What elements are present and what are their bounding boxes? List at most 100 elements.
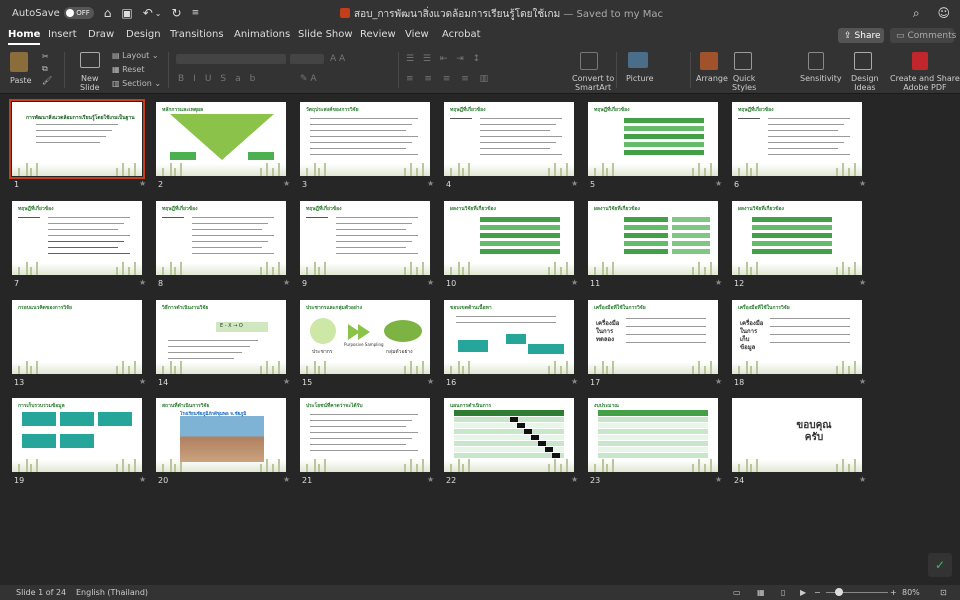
- search-icon[interactable]: ⌕: [913, 6, 920, 20]
- slide-thumbnail[interactable]: ผลงานวิจัยที่เกี่ยวข้อง 12 ★: [732, 201, 872, 293]
- tab-home[interactable]: Home: [8, 29, 41, 45]
- adobe-pdf-icon[interactable]: [912, 52, 928, 70]
- slide-preview[interactable]: ทฤษฎีที่เกี่ยวข้อง: [156, 201, 286, 275]
- slide-preview[interactable]: การเก็บรวบรวมข้อมูล: [12, 398, 142, 472]
- slide-preview[interactable]: ขอบเขตด้านเนื้อหา: [444, 300, 574, 374]
- share-button[interactable]: ⇪ Share: [838, 28, 884, 43]
- zoom-out-icon[interactable]: −: [814, 588, 821, 597]
- design-ideas-icon[interactable]: [854, 52, 872, 70]
- slide-preview[interactable]: วัตถุประสงค์ของการวิจัย: [300, 102, 430, 176]
- section-button[interactable]: ▥ Section ⌄: [112, 79, 161, 88]
- slide-preview[interactable]: ทฤษฎีที่เกี่ยวข้อง: [588, 102, 718, 176]
- slide-thumbnail[interactable]: ทฤษฎีที่เกี่ยวข้อง 5 ★: [588, 102, 728, 194]
- slide-thumbnail[interactable]: ขอบเขตด้านเนื้อหา 16 ★: [444, 300, 584, 392]
- cut-icon[interactable]: ✂: [42, 52, 49, 61]
- list-buttons[interactable]: ☰ ☰ ⇤ ⇥ ↕: [406, 54, 483, 64]
- tab-view[interactable]: View: [405, 29, 429, 40]
- font-name-dropdown[interactable]: [176, 54, 286, 64]
- slide-thumbnail[interactable]: เครื่องมือที่ใช้ในการวิจัย เครื่องมือ ในกา…: [588, 300, 728, 392]
- slide-thumbnail[interactable]: ประโยชน์ที่คาดว่าจะได้รับ 21 ★: [300, 398, 440, 490]
- zoom-in-icon[interactable]: +: [890, 588, 897, 597]
- tab-review[interactable]: Review: [360, 29, 396, 40]
- tab-draw[interactable]: Draw: [88, 29, 114, 40]
- normal-view-icon[interactable]: ▭: [733, 588, 741, 597]
- font-size-buttons[interactable]: A A: [330, 54, 345, 64]
- slide-preview[interactable]: ประชากรและกลุ่มตัวอย่าง ประชากร Purposive …: [300, 300, 430, 374]
- language-indicator[interactable]: English (Thailand): [76, 588, 148, 597]
- slide-preview[interactable]: ทฤษฎีที่เกี่ยวข้อง: [444, 102, 574, 176]
- font-color-buttons[interactable]: ✎ A: [300, 74, 317, 84]
- slide-thumbnail[interactable]: วัตถุประสงค์ของการวิจัย 3 ★: [300, 102, 440, 194]
- undo-icon[interactable]: ↶: [143, 6, 153, 20]
- slide-thumbnail[interactable]: วิธีการดำเนินงานวิจัย E - X → O 14 ★: [156, 300, 296, 392]
- redo-icon[interactable]: ↻: [172, 6, 182, 20]
- slideshow-view-icon[interactable]: ▶: [800, 588, 806, 597]
- quick-styles-icon[interactable]: [734, 52, 752, 70]
- checkmark-icon[interactable]: ✓: [928, 553, 952, 577]
- new-slide-icon[interactable]: [80, 52, 100, 68]
- tab-insert[interactable]: Insert: [48, 29, 77, 40]
- autosave-toggle[interactable]: OFF: [63, 7, 94, 19]
- zoom-level[interactable]: 80%: [902, 588, 920, 597]
- slide-thumbnail[interactable]: ผลงานวิจัยที่เกี่ยวข้อง 11 ★: [588, 201, 728, 293]
- slide-thumbnail[interactable]: ทฤษฎีที่เกี่ยวข้อง 7 ★: [12, 201, 152, 293]
- slide-thumbnail[interactable]: ทฤษฎีที่เกี่ยวข้อง 4 ★: [444, 102, 584, 194]
- reading-view-icon[interactable]: ▯: [781, 588, 785, 597]
- slide-preview[interactable]: ผลงานวิจัยที่เกี่ยวข้อง: [444, 201, 574, 275]
- save-icon[interactable]: ▣: [121, 6, 132, 20]
- slide-thumbnail[interactable]: สถานที่ดำเนินการวิจัย โรงเรียนชัยภูมิภักด…: [156, 398, 296, 490]
- smartart-icon[interactable]: [580, 52, 598, 70]
- tab-animations[interactable]: Animations: [234, 29, 290, 40]
- slide-thumbnail[interactable]: ประชากรและกลุ่มตัวอย่าง ประชากร Purposive …: [300, 300, 440, 392]
- tab-acrobat[interactable]: Acrobat: [442, 29, 481, 40]
- tab-design[interactable]: Design: [126, 29, 161, 40]
- paste-icon[interactable]: [10, 52, 28, 72]
- slide-thumbnail[interactable]: เครื่องมือที่ใช้ในการวิจัย เครื่องมือ ในกา…: [732, 300, 872, 392]
- tab-slide-show[interactable]: Slide Show: [298, 29, 353, 40]
- slide-thumbnail[interactable]: หลักการและเหตุผล 2 ★: [156, 102, 296, 194]
- account-icon[interactable]: ☺: [937, 6, 950, 20]
- slide-thumbnail[interactable]: แผนการดำเนินการ 22 ★: [444, 398, 584, 490]
- slide-preview[interactable]: ประโยชน์ที่คาดว่าจะได้รับ: [300, 398, 430, 472]
- comments-button[interactable]: ▭ Comments: [890, 28, 956, 43]
- slide-thumbnail[interactable]: ขอบคุณ ครับ 24 ★: [732, 398, 872, 490]
- slide-thumbnail[interactable]: ทฤษฎีที่เกี่ยวข้อง 8 ★: [156, 201, 296, 293]
- slide-thumbnail[interactable]: การพัฒนาสิ่งแวดล้อมการเรียนรู้โดยใช้เกมเ…: [9, 99, 152, 194]
- slide-thumbnail[interactable]: งบประมาณ 23 ★: [588, 398, 728, 490]
- slide-preview[interactable]: ผลงานวิจัยที่เกี่ยวข้อง: [732, 201, 862, 275]
- slide-preview[interactable]: สถานที่ดำเนินการวิจัย โรงเรียนชัยภูมิภักด…: [156, 398, 286, 472]
- chevron-down-icon[interactable]: ⌄: [155, 9, 162, 18]
- fit-slide-icon[interactable]: ⊡: [940, 588, 947, 597]
- font-size-dropdown[interactable]: [290, 54, 324, 64]
- customize-toolbar-icon[interactable]: ≡: [192, 8, 200, 18]
- slide-preview[interactable]: การพัฒนาสิ่งแวดล้อมการเรียนรู้โดยใช้เกมเ…: [9, 99, 145, 179]
- home-icon[interactable]: ⌂: [104, 6, 112, 20]
- slide-preview[interactable]: เครื่องมือที่ใช้ในการวิจัย เครื่องมือ ในกา…: [732, 300, 862, 374]
- slide-preview[interactable]: ผลงานวิจัยที่เกี่ยวข้อง: [588, 201, 718, 275]
- slide-preview[interactable]: แผนการดำเนินการ: [444, 398, 574, 472]
- font-format-buttons[interactable]: BIUSab: [178, 74, 264, 84]
- slide-preview[interactable]: ทฤษฎีที่เกี่ยวข้อง: [300, 201, 430, 275]
- slide-thumbnail[interactable]: ทฤษฎีที่เกี่ยวข้อง 6 ★: [732, 102, 872, 194]
- slide-preview[interactable]: ขอบคุณ ครับ: [732, 398, 862, 472]
- sensitivity-icon[interactable]: [808, 52, 824, 70]
- reset-button[interactable]: ▦ Reset: [112, 65, 144, 74]
- slide-preview[interactable]: กรอบแนวคิดของการวิจัย: [12, 300, 142, 374]
- slide-thumbnail[interactable]: ผลงานวิจัยที่เกี่ยวข้อง 10 ★: [444, 201, 584, 293]
- arrange-icon[interactable]: [700, 52, 718, 70]
- slide-preview[interactable]: ทฤษฎีที่เกี่ยวข้อง: [732, 102, 862, 176]
- format-painter-icon[interactable]: 🖌: [42, 76, 52, 85]
- copy-icon[interactable]: ⧉: [42, 64, 48, 74]
- slide-preview[interactable]: เครื่องมือที่ใช้ในการวิจัย เครื่องมือ ในกา…: [588, 300, 718, 374]
- slide-preview[interactable]: ทฤษฎีที่เกี่ยวข้อง: [12, 201, 142, 275]
- slide-preview[interactable]: วิธีการดำเนินงานวิจัย E - X → O: [156, 300, 286, 374]
- alignment-buttons[interactable]: ≡ ≡ ≡ ≡ ▥: [406, 74, 492, 84]
- slide-thumbnail[interactable]: ทฤษฎีที่เกี่ยวข้อง 9 ★: [300, 201, 440, 293]
- slide-thumbnail[interactable]: การเก็บรวบรวมข้อมูล 19 ★: [12, 398, 152, 490]
- slide-preview[interactable]: หลักการและเหตุผล: [156, 102, 286, 176]
- zoom-slider-thumb[interactable]: [835, 588, 843, 596]
- slide-sorter-view-icon[interactable]: ▦: [757, 588, 765, 597]
- picture-icon[interactable]: [628, 52, 648, 68]
- slide-preview[interactable]: งบประมาณ: [588, 398, 718, 472]
- slide-thumbnail[interactable]: กรอบแนวคิดของการวิจัย 13 ★: [12, 300, 152, 392]
